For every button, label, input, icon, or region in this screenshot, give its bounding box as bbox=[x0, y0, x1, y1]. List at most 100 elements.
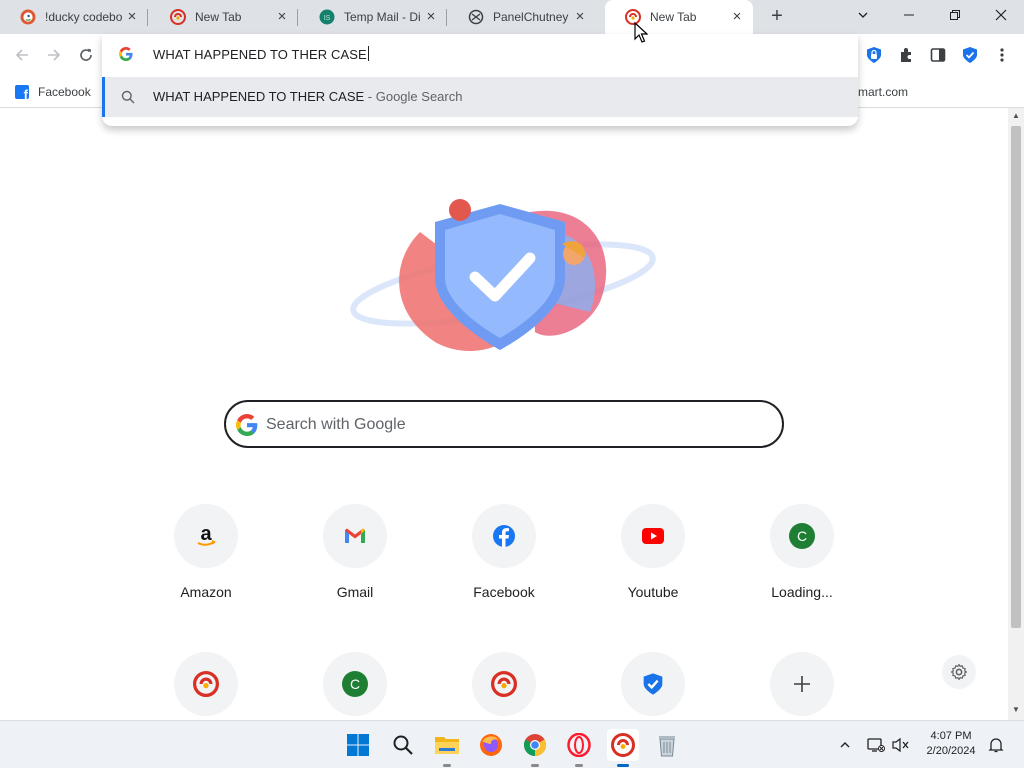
shortcut-youtube[interactable]: Youtube bbox=[608, 504, 698, 604]
bookmark-facebook[interactable]: Facebook bbox=[15, 83, 91, 101]
forward-button[interactable] bbox=[41, 42, 67, 68]
shortcut-facebook[interactable]: Facebook bbox=[459, 504, 549, 604]
network-icon bbox=[867, 738, 885, 752]
side-panel-icon bbox=[930, 48, 946, 62]
tab-title: New Tab bbox=[195, 10, 242, 24]
tab-title: New Tab bbox=[650, 10, 697, 24]
taskbar-firefox[interactable] bbox=[475, 729, 507, 761]
menu-button[interactable] bbox=[991, 44, 1013, 66]
shortcut-vpn-1[interactable] bbox=[161, 652, 251, 720]
vertical-scrollbar[interactable]: ▲ ▼ bbox=[1008, 108, 1024, 720]
new-tab-button[interactable]: + bbox=[765, 5, 789, 29]
chevron-up-icon bbox=[840, 742, 850, 748]
close-window-button[interactable] bbox=[978, 0, 1024, 30]
shortcut-c[interactable]: C bbox=[310, 652, 400, 720]
extensions-button[interactable] bbox=[896, 44, 918, 66]
volume-tray[interactable] bbox=[891, 735, 911, 755]
customize-button[interactable] bbox=[942, 655, 976, 689]
close-tab-icon[interactable]: × bbox=[274, 9, 290, 25]
clock[interactable]: 4:07 PM 2/20/2024 bbox=[916, 729, 986, 759]
bookmark-label: mart.com bbox=[858, 85, 909, 99]
vpn-lock-icon bbox=[867, 47, 881, 63]
shortcut-icon-bg bbox=[472, 652, 536, 716]
taskbar-search[interactable] bbox=[387, 729, 419, 761]
text-caret bbox=[367, 46, 369, 61]
browser-window: { "tabs": [ {"title": "!ducky codebo", "… bbox=[0, 0, 1024, 768]
network-tray[interactable] bbox=[866, 735, 886, 755]
clock-time: 4:07 PM bbox=[930, 730, 972, 742]
tab-new-tab-active[interactable]: New Tab × bbox=[605, 0, 753, 34]
address-text[interactable]: WHAT HAPPENED TO THER CASE bbox=[153, 46, 369, 62]
google-g-icon bbox=[119, 47, 133, 64]
vpn-hero-illustration bbox=[350, 199, 656, 351]
security-extension[interactable] bbox=[959, 44, 981, 66]
scrollbar-thumb[interactable] bbox=[1011, 126, 1021, 628]
scroll-down-icon[interactable]: ▼ bbox=[1012, 706, 1020, 714]
taskbar-chrome[interactable] bbox=[519, 729, 551, 767]
shortcut-vpn-2[interactable] bbox=[459, 652, 549, 720]
restore-button[interactable] bbox=[932, 0, 978, 30]
shortcut-label: Amazon bbox=[180, 584, 232, 600]
windows-start-icon bbox=[347, 734, 369, 756]
shield-check-icon bbox=[963, 47, 977, 63]
amazon-icon: a bbox=[197, 524, 216, 546]
chrome-icon bbox=[524, 734, 546, 756]
shortcut-loading[interactable]: C Loading... bbox=[757, 504, 847, 604]
address-bar[interactable]: WHAT HAPPENED TO THER CASE bbox=[102, 34, 858, 76]
taskbar-file-explorer[interactable] bbox=[431, 729, 463, 767]
shortcut-label: Loading... bbox=[771, 584, 833, 600]
close-tab-icon[interactable]: × bbox=[423, 9, 439, 25]
shortcut-amazon[interactable]: a Amazon bbox=[161, 504, 251, 604]
tab-separator bbox=[297, 9, 298, 26]
google-search-box[interactable]: Search with Google bbox=[224, 400, 784, 448]
tab-search-button[interactable] bbox=[840, 0, 886, 30]
folder-icon bbox=[435, 737, 459, 754]
search-icon bbox=[393, 735, 413, 755]
shortcut-icon-bg: C bbox=[770, 504, 834, 568]
shortcut-icon-bg: C bbox=[323, 652, 387, 716]
taskbar-recycle-bin[interactable] bbox=[651, 729, 683, 761]
bookmark-walmart[interactable]: mart.com bbox=[858, 83, 908, 101]
start-button[interactable] bbox=[342, 729, 374, 761]
shortcut-label: Gmail bbox=[336, 584, 374, 600]
side-panel-button[interactable] bbox=[927, 44, 949, 66]
speaker-muted-icon bbox=[892, 737, 909, 753]
scroll-up-icon[interactable]: ▲ bbox=[1012, 112, 1020, 120]
arrow-right-icon bbox=[48, 49, 61, 61]
close-tab-icon[interactable]: × bbox=[124, 9, 140, 25]
close-tab-icon[interactable]: × bbox=[572, 9, 588, 25]
tab-temp-mail[interactable]: IS Temp Mail - Di × bbox=[299, 0, 447, 34]
tab-title: PanelChutney bbox=[493, 10, 569, 24]
omnibox-suggestion[interactable]: WHAT HAPPENED TO THER CASE - Google Sear… bbox=[102, 77, 858, 117]
svg-text:C: C bbox=[797, 528, 807, 544]
taskbar-vpn-browser[interactable] bbox=[607, 729, 639, 767]
minimize-button[interactable] bbox=[886, 0, 932, 30]
tab-separator bbox=[446, 9, 447, 26]
minimize-icon bbox=[904, 14, 914, 16]
tab-new-tab[interactable]: New Tab × bbox=[150, 0, 298, 34]
shortcut-label: Youtube bbox=[627, 584, 679, 600]
shortcut-icon-bg bbox=[621, 504, 685, 568]
close-tab-icon[interactable]: × bbox=[729, 9, 745, 25]
shortcut-icon-bg bbox=[472, 504, 536, 568]
vpn-extension[interactable] bbox=[863, 44, 885, 66]
panelchutney-icon bbox=[468, 9, 484, 25]
notifications-button[interactable] bbox=[986, 735, 1006, 755]
shortcut-security[interactable] bbox=[608, 652, 698, 720]
reload-button[interactable] bbox=[73, 42, 99, 68]
suggestion-query: WHAT HAPPENED TO THER CASE bbox=[153, 89, 365, 104]
tab-ducky[interactable]: !ducky codebo × bbox=[0, 0, 148, 34]
tab-panelchutney[interactable]: PanelChutney × bbox=[448, 0, 596, 34]
tab-title: !ducky codebo bbox=[45, 10, 123, 24]
new-tab-page: Search with Google a Amazon Gmail Facebo… bbox=[0, 108, 1008, 720]
puzzle-icon bbox=[901, 48, 911, 62]
firefox-icon bbox=[480, 734, 502, 756]
shortcut-gmail[interactable]: Gmail bbox=[310, 504, 400, 604]
taskbar-opera[interactable] bbox=[563, 729, 595, 767]
back-button[interactable] bbox=[9, 42, 35, 68]
add-shortcut-button[interactable] bbox=[757, 652, 847, 720]
shortcut-icon-bg: a bbox=[174, 504, 238, 568]
clock-date: 2/20/2024 bbox=[926, 745, 976, 757]
svg-text:C: C bbox=[350, 676, 360, 692]
show-hidden-icons[interactable] bbox=[835, 735, 855, 755]
